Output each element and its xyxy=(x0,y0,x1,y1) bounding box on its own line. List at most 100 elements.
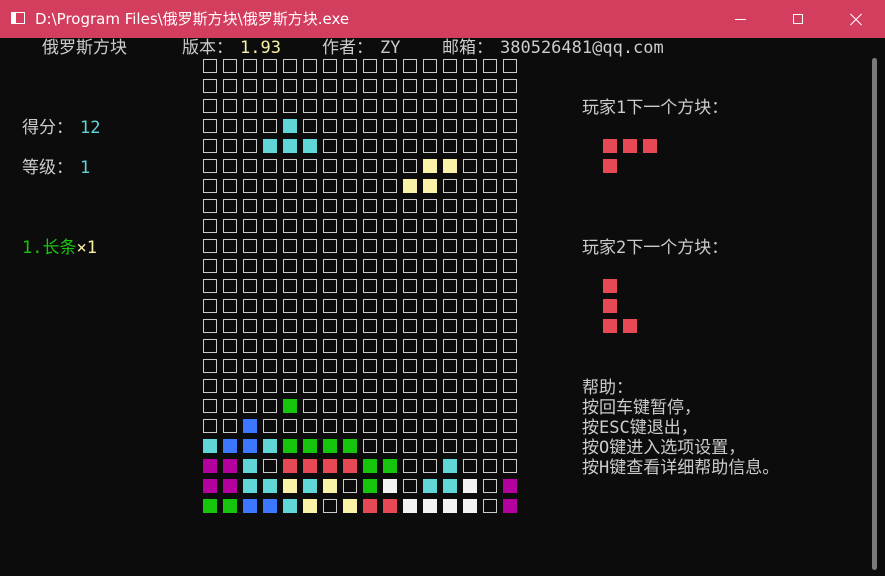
empty-cell xyxy=(463,299,477,313)
scrollbar-thumb[interactable] xyxy=(872,58,877,570)
empty-cell xyxy=(423,239,437,253)
help-line: 按ESC键退出， xyxy=(582,418,698,438)
help-line: 按O键进入选项设置， xyxy=(582,438,746,458)
maximize-button[interactable] xyxy=(769,0,827,38)
empty-cell xyxy=(443,399,457,413)
block-cell xyxy=(243,499,257,513)
empty-cell xyxy=(263,459,277,473)
block-cell xyxy=(383,479,397,493)
empty-cell xyxy=(443,259,457,273)
empty-cell xyxy=(483,439,497,453)
empty-cell xyxy=(263,79,277,93)
empty-cell xyxy=(503,179,517,193)
empty-cell xyxy=(263,359,277,373)
empty-cell xyxy=(363,339,377,353)
empty-cell xyxy=(243,239,257,253)
empty-cell xyxy=(263,319,277,333)
title-bar[interactable]: D:\Program Files\俄罗斯方块\俄罗斯方块.exe xyxy=(0,0,885,38)
empty-cell xyxy=(303,279,317,293)
empty-cell xyxy=(203,379,217,393)
empty-cell xyxy=(323,399,337,413)
empty-cell xyxy=(303,179,317,193)
empty-cell xyxy=(463,59,477,73)
empty-cell xyxy=(443,139,457,153)
empty-cell xyxy=(263,199,277,213)
empty-cell xyxy=(443,79,457,93)
vertical-scrollbar[interactable] xyxy=(864,38,885,576)
empty-cell xyxy=(383,299,397,313)
empty-cell xyxy=(483,359,497,373)
version-label: 版本： xyxy=(182,38,233,58)
empty-cell xyxy=(263,419,277,433)
empty-cell xyxy=(443,319,457,333)
empty-cell xyxy=(343,199,357,213)
line-stat-prefix: 1. xyxy=(22,238,43,258)
empty-cell xyxy=(463,179,477,193)
empty-cell xyxy=(443,299,457,313)
block-cell xyxy=(443,479,457,493)
empty-cell xyxy=(383,339,397,353)
empty-cell xyxy=(323,339,337,353)
empty-cell xyxy=(363,159,377,173)
empty-cell xyxy=(383,159,397,173)
empty-cell xyxy=(463,379,477,393)
empty-cell xyxy=(363,259,377,273)
block-cell xyxy=(603,159,617,173)
empty-cell xyxy=(483,199,497,213)
block-cell xyxy=(283,479,297,493)
empty-cell xyxy=(443,179,457,193)
empty-cell xyxy=(383,319,397,333)
empty-cell xyxy=(283,159,297,173)
empty-cell xyxy=(463,79,477,93)
score-label: 得分： xyxy=(22,118,73,138)
empty-cell xyxy=(343,379,357,393)
block-cell xyxy=(503,479,517,493)
empty-cell xyxy=(463,199,477,213)
empty-cell xyxy=(443,339,457,353)
empty-cell xyxy=(223,259,237,273)
block-cell xyxy=(263,439,277,453)
empty-cell xyxy=(503,419,517,433)
empty-cell xyxy=(283,79,297,93)
empty-cell xyxy=(483,119,497,133)
block-cell xyxy=(223,459,237,473)
empty-cell xyxy=(243,179,257,193)
empty-cell xyxy=(303,219,317,233)
empty-cell xyxy=(323,379,337,393)
block-cell xyxy=(263,139,277,153)
block-cell xyxy=(603,319,617,333)
block-cell xyxy=(383,459,397,473)
empty-cell xyxy=(343,219,357,233)
empty-cell xyxy=(203,299,217,313)
empty-cell xyxy=(343,159,357,173)
block-cell xyxy=(283,399,297,413)
empty-cell xyxy=(503,119,517,133)
empty-cell xyxy=(443,439,457,453)
empty-cell xyxy=(503,439,517,453)
close-button[interactable] xyxy=(827,0,885,38)
empty-cell xyxy=(343,339,357,353)
block-cell xyxy=(283,459,297,473)
empty-cell xyxy=(363,59,377,73)
empty-cell xyxy=(463,359,477,373)
empty-cell xyxy=(323,319,337,333)
block-cell xyxy=(303,459,317,473)
empty-cell xyxy=(303,339,317,353)
empty-cell xyxy=(463,459,477,473)
empty-cell xyxy=(223,419,237,433)
empty-cell xyxy=(483,459,497,473)
empty-cell xyxy=(243,379,257,393)
empty-cell xyxy=(263,59,277,73)
empty-cell xyxy=(263,339,277,353)
block-cell xyxy=(443,459,457,473)
empty-cell xyxy=(243,299,257,313)
empty-cell xyxy=(203,359,217,373)
empty-cell xyxy=(423,219,437,233)
minimize-button[interactable] xyxy=(711,0,769,38)
empty-cell xyxy=(463,339,477,353)
block-cell xyxy=(243,419,257,433)
empty-cell xyxy=(423,59,437,73)
empty-cell xyxy=(343,99,357,113)
empty-cell xyxy=(343,319,357,333)
empty-cell xyxy=(443,119,457,133)
